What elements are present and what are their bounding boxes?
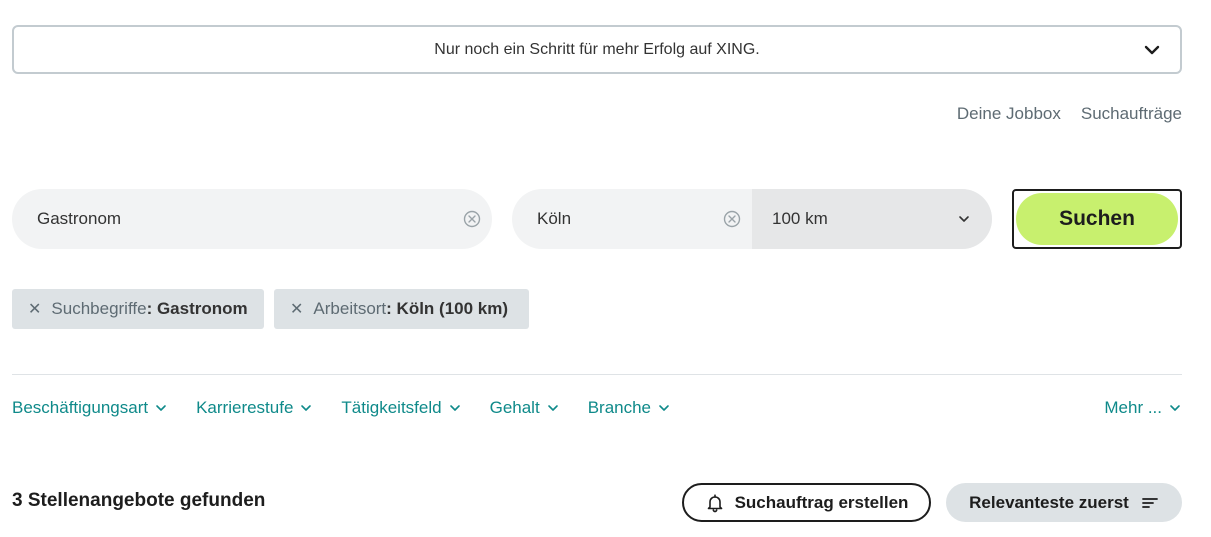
jobbox-link[interactable]: Deine Jobbox: [957, 104, 1061, 124]
top-links: Deine Jobbox Suchaufträge: [957, 104, 1182, 124]
chevron-down-icon: [547, 405, 558, 411]
chevron-down-icon: [156, 405, 166, 411]
filter-label: Branche: [587, 398, 652, 417]
location-value: Köln: [537, 209, 572, 228]
chevron-down-icon: [1170, 405, 1180, 411]
filter-bar: Beschäftigungsart Karrierestufe Tätigkei…: [12, 398, 699, 418]
filter-label: Gehalt: [489, 398, 540, 417]
chip-value: : Köln (100 km): [386, 299, 509, 318]
sort-button-label: Relevanteste zuerst: [969, 492, 1129, 512]
radius-select[interactable]: 100 km: [752, 189, 992, 249]
bell-icon: [707, 493, 722, 512]
banner-text: Nur noch ein Schritt für mehr Erfolg auf…: [434, 40, 760, 58]
chevron-down-icon: [301, 405, 312, 411]
more-filters-label: Mehr ...: [1104, 398, 1162, 417]
sort-button[interactable]: Relevanteste zuerst: [946, 483, 1182, 522]
filter-industry[interactable]: Branche: [588, 398, 671, 418]
clear-keyword-icon[interactable]: [463, 210, 481, 228]
filter-career-level[interactable]: Karrierestufe: [196, 398, 313, 418]
remove-chip-icon[interactable]: ✕: [290, 299, 303, 319]
more-filters-button[interactable]: Mehr ...: [1104, 398, 1182, 418]
filter-label: Karrierestufe: [196, 398, 294, 417]
saved-searches-link[interactable]: Suchaufträge: [1081, 104, 1182, 124]
chip-label: Suchbegriffe: [51, 299, 147, 318]
chevron-down-icon: [659, 405, 669, 411]
clear-location-icon[interactable]: [723, 210, 741, 228]
onboarding-banner[interactable]: Nur noch ein Schritt für mehr Erfolg auf…: [12, 25, 1182, 74]
filter-salary[interactable]: Gehalt: [490, 398, 560, 418]
filter-chip-location[interactable]: ✕ Arbeitsort: Köln (100 km): [274, 289, 529, 329]
results-count: 3 Stellenangebote gefunden: [12, 490, 266, 511]
chevron-down-icon: [959, 216, 969, 222]
divider: [12, 374, 1182, 375]
keyword-value: Gastronom: [37, 209, 122, 228]
sort-icon: [1141, 497, 1158, 508]
filter-employment-type[interactable]: Beschäftigungsart: [12, 398, 168, 418]
filter-chip-keyword[interactable]: ✕ Suchbegriffe: Gastronom: [12, 289, 264, 329]
search-button-label: Suchen: [1016, 193, 1178, 245]
search-button[interactable]: Suchen: [1012, 189, 1182, 249]
location-input[interactable]: Köln 100 km: [512, 189, 992, 249]
chevron-down-icon: [449, 405, 460, 411]
filter-label: Tätigkeitsfeld: [341, 398, 442, 417]
keyword-input[interactable]: Gastronom: [12, 189, 492, 249]
chip-value: : Gastronom: [146, 299, 248, 318]
alert-button-label: Suchauftrag erstellen: [734, 492, 909, 512]
filter-label: Beschäftigungsart: [12, 398, 149, 417]
chevron-down-icon[interactable]: [1142, 40, 1162, 60]
create-search-alert-button[interactable]: Suchauftrag erstellen: [682, 483, 931, 522]
chip-label: Arbeitsort: [313, 299, 387, 318]
filter-field-of-activity[interactable]: Tätigkeitsfeld: [341, 398, 461, 418]
remove-chip-icon[interactable]: ✕: [28, 299, 41, 319]
radius-value: 100 km: [772, 209, 828, 228]
